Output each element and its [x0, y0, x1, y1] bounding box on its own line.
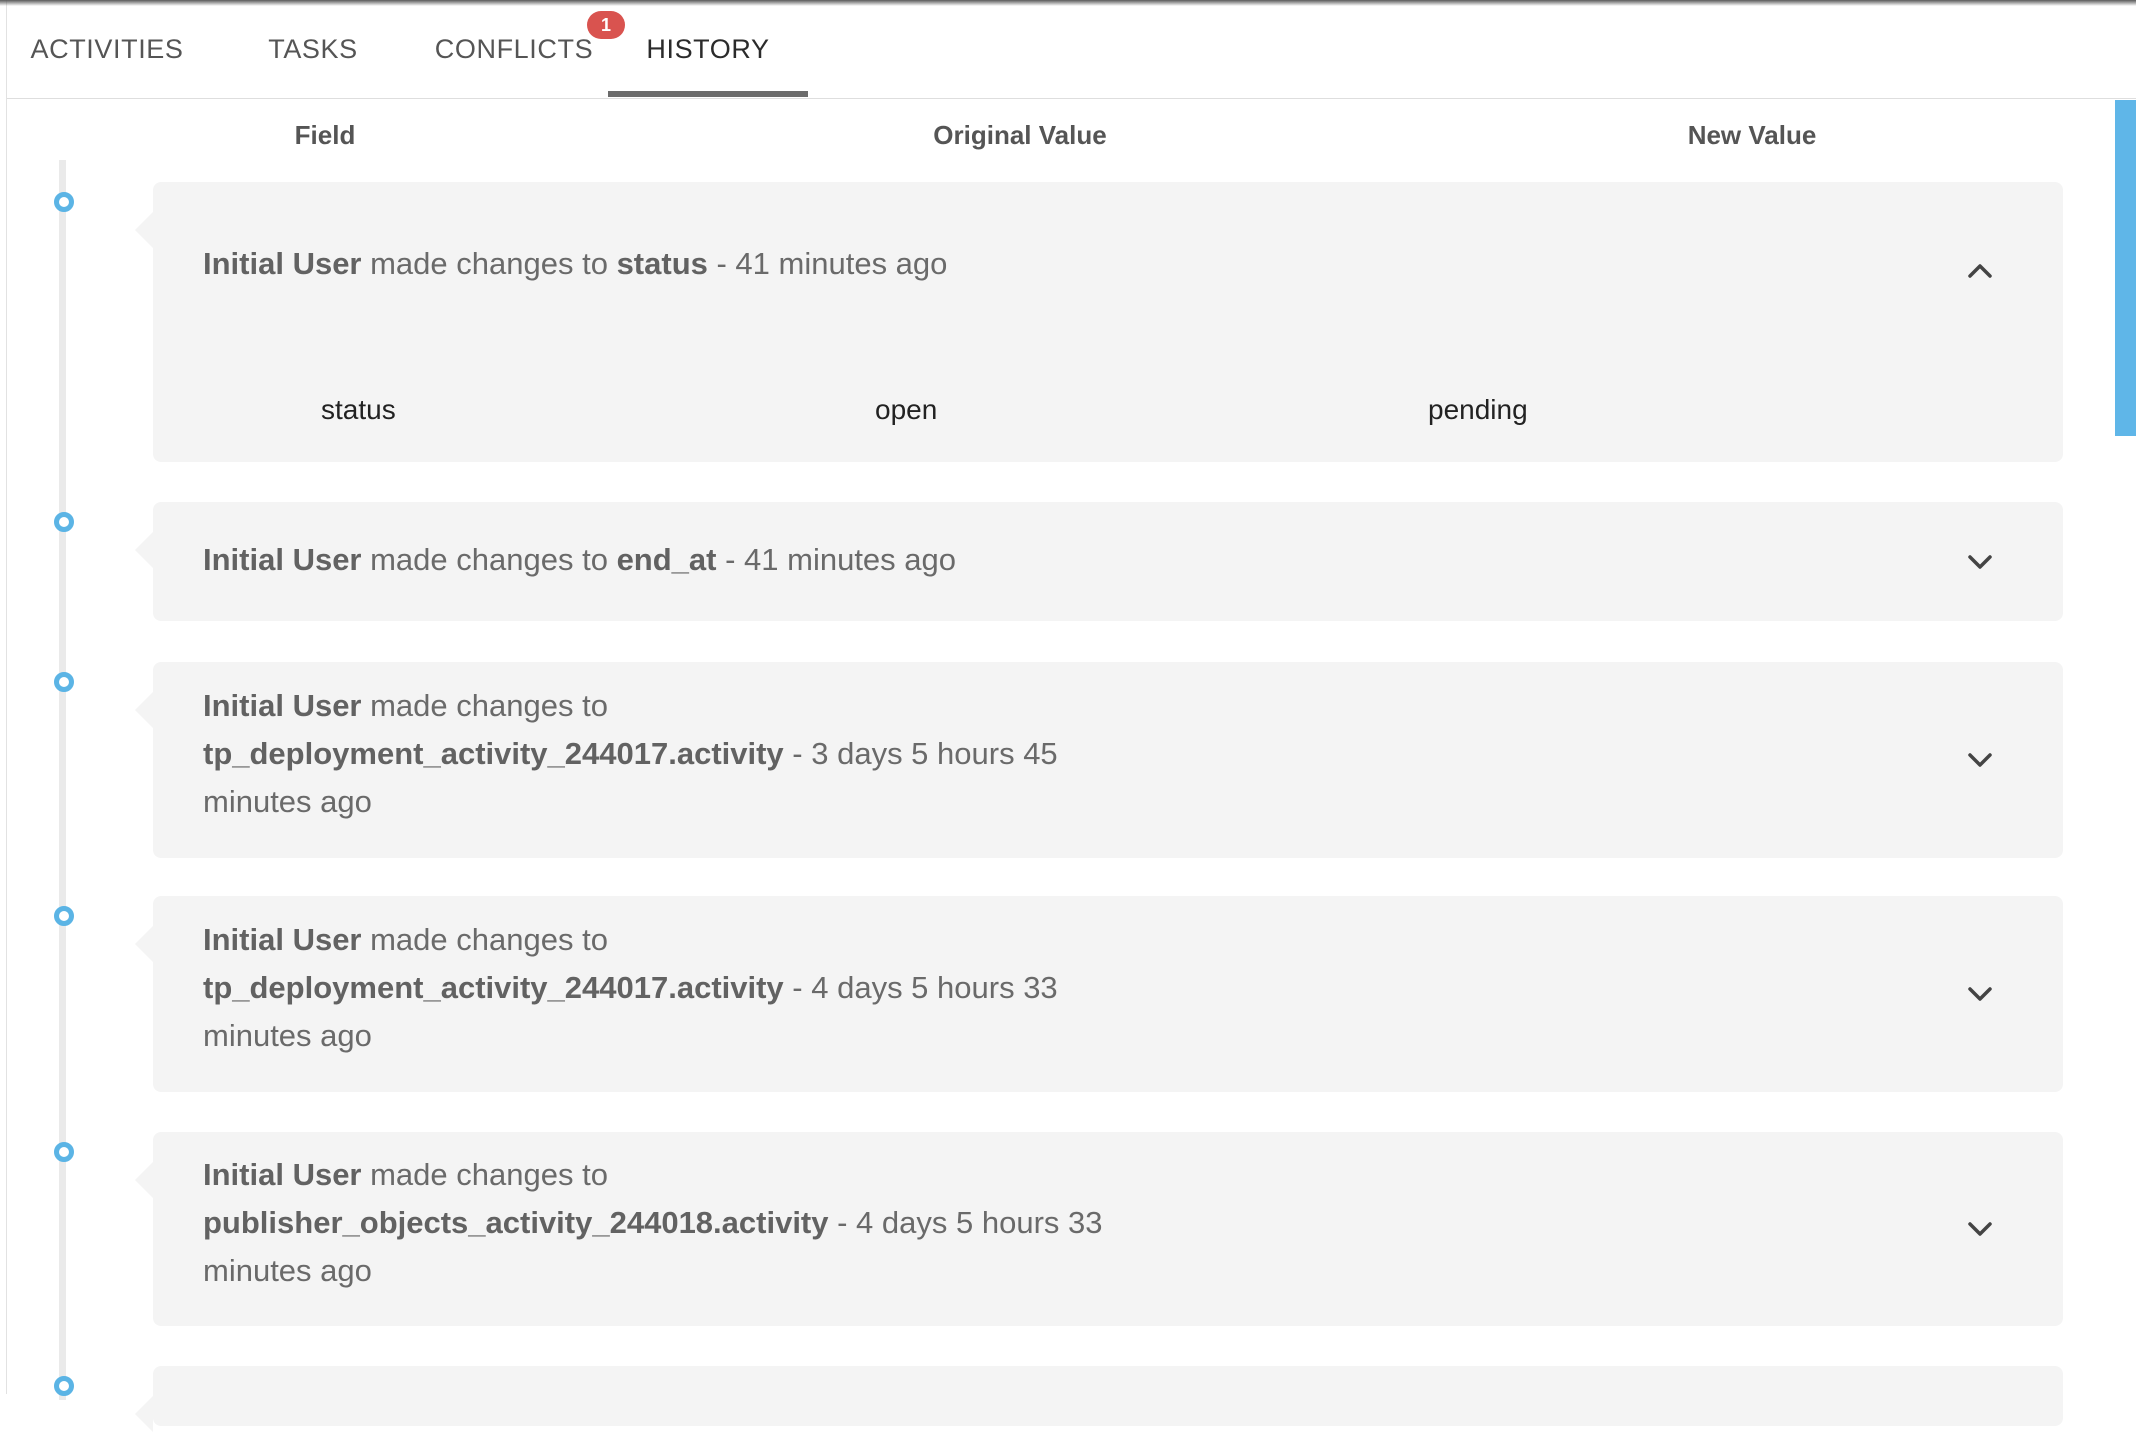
history-entry-summary: Initial User made changes to end_at - 41… [203, 536, 1103, 584]
history-entry-summary: Initial User made changes to tp_deployme… [203, 916, 1103, 1060]
history-entry[interactable]: Initial User made changes to publisher_o… [135, 1132, 2063, 1326]
timeline-dot [54, 1376, 74, 1396]
detail-new-value: pending [1428, 394, 1528, 425]
detail-original-value: open [875, 394, 938, 425]
column-header-field: Field [294, 120, 356, 150]
history-entry-summary: Initial User made changes to status - 41… [203, 240, 1103, 288]
history-verb: made changes to [361, 922, 608, 957]
active-tab-indicator [608, 91, 808, 97]
history-panel: ACTIVITIES TASKS CONFLICTS 1 HISTORY Fie… [6, 0, 2136, 1432]
history-user: Initial User [203, 246, 362, 281]
history-verb: made changes to [361, 688, 608, 723]
history-user: Initial User [203, 922, 362, 957]
tab-conflicts[interactable]: CONFLICTS [419, 0, 609, 99]
history-time: - 41 minutes ago [707, 246, 948, 281]
timeline-dot [54, 1142, 74, 1162]
timeline-dot [54, 672, 74, 692]
tab-label: TASKS [268, 34, 358, 64]
tab-label: CONFLICTS [434, 34, 594, 64]
history-entry[interactable]: Initial User made changes to end_at - 41… [135, 502, 2063, 621]
tab-history[interactable]: HISTORY [608, 0, 808, 99]
history-verb: made changes to [361, 542, 617, 577]
history-entry-summary: Initial User made changes to publisher_o… [203, 1151, 1103, 1295]
column-header-original-value: Original Value [933, 120, 1107, 150]
timeline-line [59, 160, 66, 1400]
top-shadow [0, 0, 2136, 6]
chevron-down-icon[interactable] [1965, 547, 1995, 577]
history-entry[interactable]: Initial User made changes to status - 41… [135, 182, 2063, 462]
history-target: end_at [616, 542, 717, 577]
history-user: Initial User [203, 688, 362, 723]
history-verb: made changes to [361, 246, 617, 281]
history-time: - 41 minutes ago [716, 542, 957, 577]
tab-label: ACTIVITIES [30, 34, 184, 64]
chevron-down-icon[interactable] [1965, 979, 1995, 1009]
timeline-dot [54, 512, 74, 532]
history-user: Initial User [203, 1157, 362, 1192]
timeline-dot [54, 192, 74, 212]
history-entry-summary: Initial User made changes to tp_deployme… [203, 682, 1103, 826]
history-verb: made changes to [361, 1157, 608, 1192]
history-target: tp_deployment_activity_244017.activity [203, 970, 784, 1005]
vertical-scrollbar-thumb[interactable] [2115, 100, 2136, 436]
chevron-down-icon[interactable] [1965, 745, 1995, 775]
history-target: publisher_objects_activity_244018.activi… [203, 1205, 829, 1240]
chevron-down-icon[interactable] [1965, 1214, 1995, 1244]
timeline-dot [54, 906, 74, 926]
detail-field-value: status [321, 394, 396, 425]
column-header-new-value: New Value [1687, 120, 1817, 150]
history-target: status [616, 246, 708, 281]
tab-label: HISTORY [646, 34, 770, 64]
history-target: tp_deployment_activity_244017.activity [203, 736, 784, 771]
history-entry[interactable] [135, 1366, 2063, 1432]
tab-tasks[interactable]: TASKS [228, 0, 398, 99]
tab-activities[interactable]: ACTIVITIES [7, 0, 207, 99]
history-entry[interactable]: Initial User made changes to tp_deployme… [135, 662, 2063, 858]
history-user: Initial User [203, 542, 362, 577]
tab-bar: ACTIVITIES TASKS CONFLICTS 1 HISTORY [7, 0, 2136, 99]
chevron-up-icon[interactable] [1965, 256, 1995, 286]
history-entry[interactable]: Initial User made changes to tp_deployme… [135, 896, 2063, 1092]
